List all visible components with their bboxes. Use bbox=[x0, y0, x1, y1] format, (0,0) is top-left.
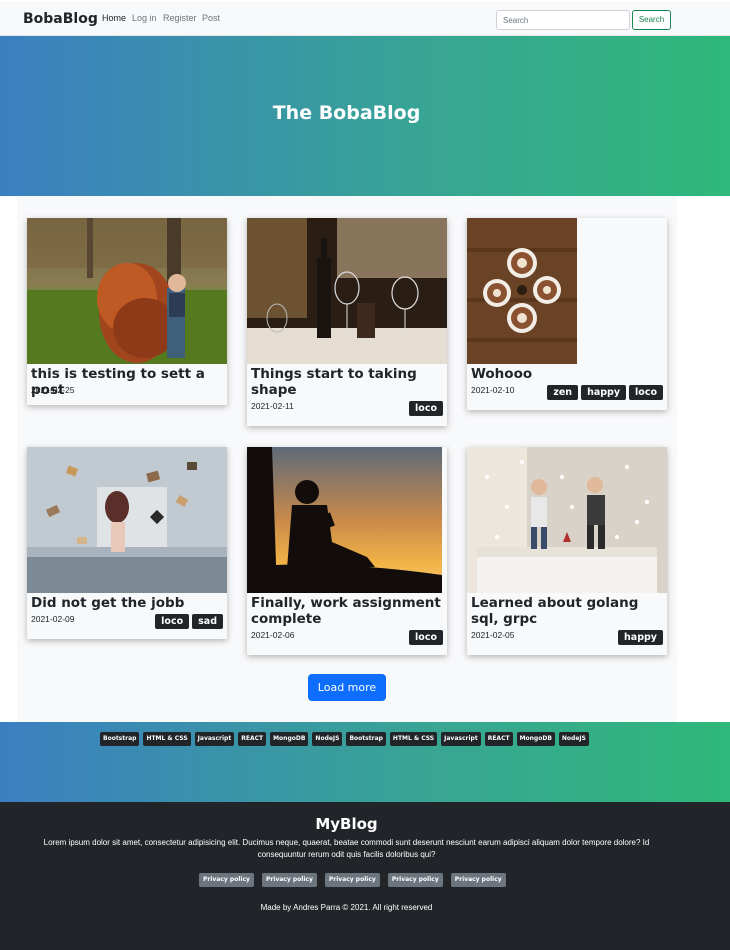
tech-badge: NodeJS bbox=[312, 732, 343, 746]
navbar: BobaBlog Home Log in Register Post Searc… bbox=[0, 1, 730, 36]
post-image[interactable] bbox=[27, 447, 227, 593]
nav-link-post[interactable]: Post bbox=[202, 13, 220, 23]
tag-badge[interactable]: happy bbox=[618, 630, 663, 645]
tech-badges: Bootstrap HTML & CSS Javascript REACT Mo… bbox=[100, 732, 589, 746]
footer-text: Lorem ipsum dolor sit amet, consectetur … bbox=[43, 838, 650, 859]
copyright-text: Made by Andres Parra © 2021. All right r… bbox=[260, 903, 433, 912]
tag-badge[interactable]: loco bbox=[409, 401, 443, 416]
post-card[interactable]: Things start to taking shape 2021-02-11 … bbox=[247, 218, 447, 426]
posts-container: this is testing to sett a post 2021-02-2… bbox=[17, 196, 677, 722]
post-card[interactable]: Finally, work assignment complete 2021-0… bbox=[247, 447, 447, 655]
privacy-policy-link[interactable]: Privacy policy bbox=[450, 873, 506, 887]
hero-title: The BobaBlog bbox=[272, 102, 421, 124]
post-card[interactable]: Learned about golang sql, grpc 2021-02-0… bbox=[467, 447, 667, 655]
post-title[interactable]: Learned about golang sql, grpc bbox=[471, 595, 665, 627]
privacy-policy-link[interactable]: Privacy policy bbox=[261, 873, 317, 887]
post-tags: loco bbox=[409, 630, 443, 645]
post-tags: loco bbox=[409, 401, 443, 416]
post-card[interactable]: Wohooo 2021-02-10 zen happy loco bbox=[467, 218, 667, 410]
nav-link-register[interactable]: Register bbox=[163, 13, 197, 23]
tech-badge: NodeJS bbox=[558, 732, 589, 746]
post-tags: happy bbox=[618, 630, 663, 645]
tech-badge: REACT bbox=[484, 732, 513, 746]
tech-band: Bootstrap HTML & CSS Javascript REACT Mo… bbox=[0, 722, 730, 802]
post-title[interactable]: Things start to taking shape bbox=[251, 366, 445, 398]
post-tags: loco sad bbox=[155, 614, 223, 629]
post-image[interactable] bbox=[27, 218, 227, 364]
post-image[interactable] bbox=[467, 447, 667, 593]
tech-badge: REACT bbox=[238, 732, 267, 746]
post-image[interactable] bbox=[247, 447, 442, 593]
load-more-button[interactable]: Load more bbox=[308, 674, 386, 701]
tech-badge: Bootstrap bbox=[346, 732, 386, 746]
post-tags: zen happy loco bbox=[547, 385, 663, 400]
post-image[interactable] bbox=[467, 218, 577, 364]
privacy-links: Privacy policy Privacy policy Privacy po… bbox=[199, 873, 506, 887]
tag-badge[interactable]: loco bbox=[629, 385, 663, 400]
search-button[interactable]: Search bbox=[632, 10, 671, 30]
post-date: 2021-02-09 bbox=[31, 614, 75, 624]
post-date: 2021-02-10 bbox=[471, 385, 515, 395]
post-title[interactable]: Did not get the jobb bbox=[31, 595, 225, 611]
post-title[interactable]: Finally, work assignment complete bbox=[251, 595, 445, 627]
tech-badge: Bootstrap bbox=[100, 732, 140, 746]
tag-badge[interactable]: sad bbox=[192, 614, 223, 629]
tech-badge: HTML & CSS bbox=[143, 732, 191, 746]
post-date: 2021-02-05 bbox=[471, 630, 515, 640]
post-image[interactable] bbox=[247, 218, 447, 364]
post-date: 2021-02-25 bbox=[31, 385, 75, 395]
tag-badge[interactable]: loco bbox=[155, 614, 190, 629]
post-date: 2021-02-06 bbox=[251, 630, 295, 640]
post-title[interactable]: Wohooo bbox=[471, 366, 665, 382]
post-card[interactable]: Did not get the jobb 2021-02-09 loco sad bbox=[27, 447, 227, 639]
privacy-policy-link[interactable]: Privacy policy bbox=[387, 873, 443, 887]
brand-logo[interactable]: BobaBlog bbox=[23, 11, 98, 27]
privacy-policy-link[interactable]: Privacy policy bbox=[324, 873, 380, 887]
privacy-policy-link[interactable]: Privacy policy bbox=[199, 873, 254, 887]
tag-badge[interactable]: loco bbox=[409, 630, 443, 645]
search-input[interactable] bbox=[496, 10, 630, 30]
tag-badge[interactable]: zen bbox=[547, 385, 579, 400]
footer-title: MyBlog bbox=[315, 815, 378, 833]
tech-badge: MongoDB bbox=[270, 732, 309, 746]
tech-badge: Javascript bbox=[441, 732, 481, 746]
nav-link-home[interactable]: Home bbox=[102, 13, 126, 23]
tech-badge: Javascript bbox=[194, 732, 235, 746]
post-card[interactable]: this is testing to sett a post 2021-02-2… bbox=[27, 218, 227, 405]
tech-badge: HTML & CSS bbox=[389, 732, 438, 746]
footer: MyBlog Lorem ipsum dolor sit amet, conse… bbox=[0, 802, 730, 950]
tech-badge: MongoDB bbox=[516, 732, 555, 746]
hero-banner: The BobaBlog bbox=[0, 36, 730, 196]
nav-link-login[interactable]: Log in bbox=[132, 13, 157, 23]
tag-badge[interactable]: happy bbox=[581, 385, 627, 400]
post-date: 2021-02-11 bbox=[251, 401, 294, 411]
